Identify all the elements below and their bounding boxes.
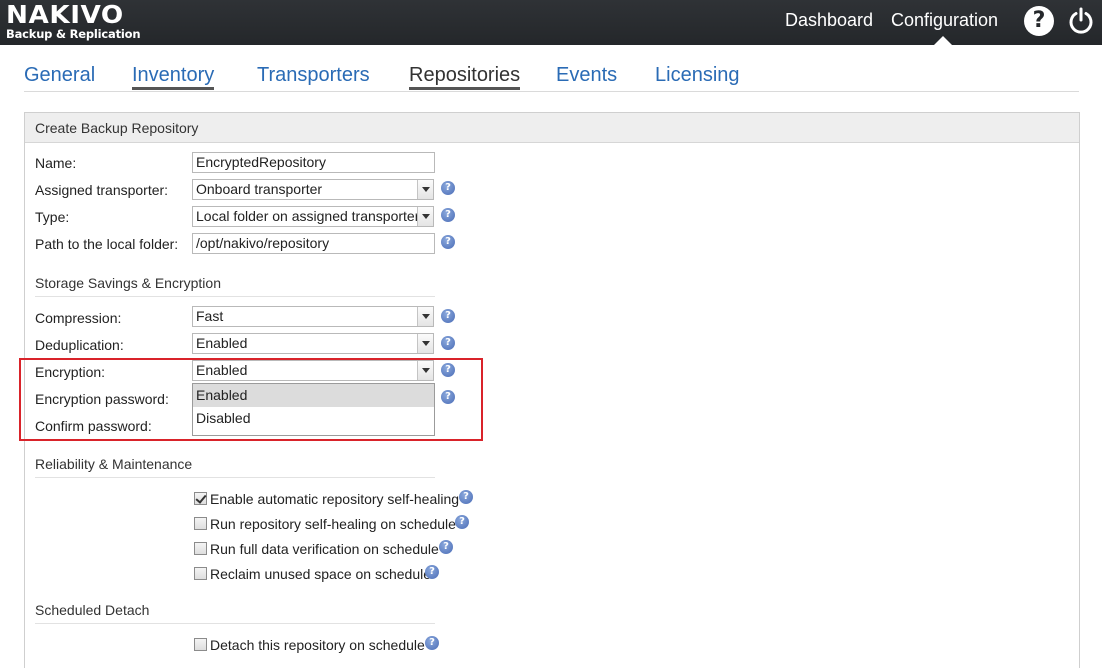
path-label: Path to the local folder:: [35, 236, 179, 252]
reclaim-space-help-icon[interactable]: ?: [425, 565, 439, 579]
encryption-option-enabled[interactable]: Enabled: [193, 384, 434, 407]
option-label: Reclaim unused space on schedule: [210, 566, 432, 582]
checkbox-icon[interactable]: [194, 542, 207, 555]
encryption-select[interactable]: Enabled: [192, 360, 434, 381]
self-healing-schedule-help-icon[interactable]: ?: [455, 515, 469, 529]
top-bar: NAKIVO Backup & Replication Dashboard Co…: [0, 0, 1102, 45]
main-content: General Inventory Transporters Repositor…: [0, 45, 1102, 668]
encryption-dropdown-list: Enabled Disabled: [192, 383, 435, 436]
compression-value: Fast: [196, 308, 224, 324]
compression-label: Compression:: [35, 310, 122, 326]
tab-events[interactable]: Events: [556, 61, 617, 89]
transporter-select[interactable]: Onboard transporter: [192, 179, 434, 200]
name-label: Name:: [35, 155, 77, 171]
type-help-icon[interactable]: ?: [441, 208, 455, 222]
tab-repositories[interactable]: Repositories: [409, 61, 521, 90]
transporter-label: Assigned transporter:: [35, 182, 169, 198]
tabs-divider: [24, 91, 1079, 92]
power-icon[interactable]: [1066, 6, 1096, 36]
encryption-password-label: Encryption password:: [35, 391, 169, 407]
deduplication-select[interactable]: Enabled: [192, 333, 434, 354]
checkbox-icon[interactable]: [194, 638, 207, 651]
encryption-password-help-icon[interactable]: ?: [441, 390, 455, 404]
type-label: Type:: [35, 209, 70, 225]
tab-licensing[interactable]: Licensing: [655, 61, 740, 89]
checkbox-icon[interactable]: [194, 567, 207, 580]
self-healing-help-icon[interactable]: ?: [459, 490, 473, 504]
dropdown-arrow-icon[interactable]: [417, 180, 433, 199]
transporter-value: Onboard transporter: [196, 181, 323, 197]
encryption-label: Encryption:: [35, 364, 106, 380]
option-label: Detach this repository on schedule: [210, 637, 425, 653]
transporter-help-icon[interactable]: ?: [441, 181, 455, 195]
type-select[interactable]: Local folder on assigned transporter: [192, 206, 434, 227]
dropdown-arrow-icon[interactable]: [417, 334, 433, 353]
dropdown-arrow-icon[interactable]: [417, 361, 433, 380]
option-label: Enable automatic repository self-healing: [210, 491, 460, 507]
data-verification-help-icon[interactable]: ?: [439, 540, 453, 554]
active-nav-caret-icon: [934, 36, 952, 45]
detach-schedule-help-icon[interactable]: ?: [425, 636, 439, 650]
encryption-option-disabled[interactable]: Disabled: [193, 407, 434, 430]
path-input[interactable]: /opt/nakivo/repository: [192, 233, 435, 254]
checkbox-icon[interactable]: [194, 517, 207, 530]
tab-transporters[interactable]: Transporters: [257, 61, 370, 89]
nav-dashboard[interactable]: Dashboard: [785, 0, 873, 45]
storage-section-title: Storage Savings & Encryption: [35, 275, 435, 297]
deduplication-value: Enabled: [196, 335, 248, 351]
deduplication-help-icon[interactable]: ?: [441, 336, 455, 350]
tab-general[interactable]: General: [24, 61, 95, 89]
help-icon[interactable]: ?: [1024, 6, 1054, 36]
option-label: Run repository self-healing on schedule: [210, 516, 456, 532]
nakivo-logo: NAKIVO Backup & Replication: [6, 2, 141, 41]
compression-help-icon[interactable]: ?: [441, 309, 455, 323]
confirm-password-label: Confirm password:: [35, 418, 152, 434]
deduplication-label: Deduplication:: [35, 337, 124, 353]
dropdown-arrow-icon[interactable]: [417, 307, 433, 326]
create-repository-panel: Create Backup Repository Name: Encrypted…: [19, 112, 1080, 668]
option-label: Run full data verification on schedule: [210, 541, 439, 557]
compression-select[interactable]: Fast: [192, 306, 434, 327]
path-help-icon[interactable]: ?: [441, 235, 455, 249]
tab-inventory[interactable]: Inventory: [132, 61, 215, 90]
logo-name: NAKIVO: [6, 0, 124, 29]
encryption-help-icon[interactable]: ?: [441, 363, 455, 377]
name-input[interactable]: EncryptedRepository: [192, 152, 435, 173]
dropdown-arrow-icon[interactable]: [417, 207, 433, 226]
encryption-value: Enabled: [196, 362, 248, 378]
reliability-section-title: Reliability & Maintenance: [35, 456, 435, 478]
panel-title: Create Backup Repository: [25, 113, 1079, 143]
type-value: Local folder on assigned transporter: [196, 208, 420, 224]
logo-tagline: Backup & Replication: [6, 27, 141, 41]
checkbox-icon[interactable]: [194, 492, 207, 505]
detach-section-title: Scheduled Detach: [35, 602, 435, 624]
